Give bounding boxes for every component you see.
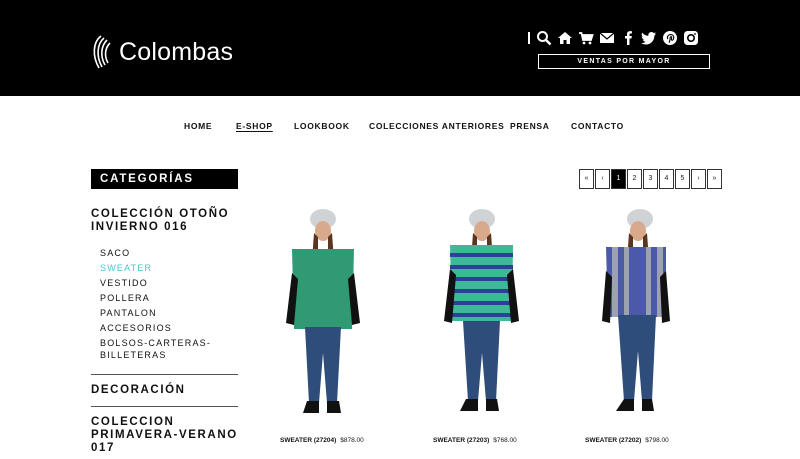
- pager-page-4[interactable]: 4: [659, 169, 674, 189]
- logo-mark: [93, 35, 111, 69]
- product-caption[interactable]: SWEATER (27204) $878.00: [280, 437, 364, 444]
- category-sidebar: CATEGORÍAS COLECCIÓN OTOÑO INVIERNO 016 …: [91, 169, 238, 455]
- section-title-otono-invierno[interactable]: COLECCIÓN OTOÑO INVIERNO 016: [91, 208, 238, 234]
- category-pollera[interactable]: POLLERA: [91, 292, 238, 304]
- category-vestido[interactable]: VESTIDO: [91, 277, 238, 289]
- section-title-line: PRIMAVERA-VERANO: [91, 429, 238, 441]
- pager-page-5[interactable]: 5: [675, 169, 690, 189]
- category-sweater[interactable]: SWEATER: [91, 262, 238, 274]
- pager-first[interactable]: «: [579, 169, 594, 189]
- nav-e-shop[interactable]: E-SHOP: [236, 121, 273, 131]
- divider: [91, 406, 238, 407]
- divider: [91, 374, 238, 375]
- pager-page-1[interactable]: 1: [611, 169, 626, 189]
- nav-contacto[interactable]: CONTACTO: [571, 121, 624, 131]
- categories-heading: CATEGORÍAS: [91, 169, 238, 189]
- nav-colecciones-anteriores[interactable]: COLECCIONES ANTERIORES: [369, 121, 505, 131]
- sweater-shape: [292, 249, 354, 329]
- brand-name: Colombas: [119, 37, 234, 66]
- product-name: SWEATER (27202): [585, 437, 642, 444]
- section-title-line: INVIERNO 016: [91, 221, 189, 233]
- product-image[interactable]: [400, 203, 550, 423]
- pinterest-icon[interactable]: [662, 30, 678, 46]
- brand-logo[interactable]: Colombas: [91, 34, 233, 70]
- pager-last[interactable]: »: [707, 169, 722, 189]
- nav-lookbook[interactable]: LOOKBOOK: [294, 121, 350, 131]
- product-name: SWEATER (27204): [280, 437, 337, 444]
- ventas-por-mayor-button[interactable]: VENTAS POR MAYOR: [538, 54, 710, 69]
- section-title-line: COLECCION: [91, 416, 175, 428]
- product-price: $798.00: [645, 437, 669, 444]
- twitter-icon[interactable]: [641, 30, 657, 46]
- pager-page-3[interactable]: 3: [643, 169, 658, 189]
- home-icon[interactable]: [557, 30, 573, 46]
- section-title-line: COLECCIÓN OTOÑO: [91, 208, 230, 220]
- pager-next[interactable]: ›: [691, 169, 706, 189]
- main-nav: HOME E-SHOP LOOKBOOK COLECCIONES ANTERIO…: [0, 121, 800, 133]
- product-caption[interactable]: SWEATER (27203) $768.00: [433, 437, 517, 444]
- category-label-line: BILLETERAS: [100, 350, 167, 360]
- nav-home[interactable]: HOME: [184, 121, 212, 131]
- product-image[interactable]: [560, 203, 710, 423]
- facebook-icon[interactable]: [620, 30, 636, 46]
- category-pantalon[interactable]: PANTALON: [91, 307, 238, 319]
- section-otono-invierno: COLECCIÓN OTOÑO INVIERNO 016 SACO SWEATE…: [91, 208, 238, 361]
- product-image[interactable]: [248, 203, 398, 423]
- pagination: « ‹ 1 2 3 4 5 › »: [578, 169, 722, 189]
- product-price: $768.00: [493, 437, 517, 444]
- mail-icon[interactable]: [599, 30, 615, 46]
- category-label-line: BOLSOS-CARTERAS-: [100, 338, 212, 348]
- nav-prensa[interactable]: PRENSA: [510, 121, 550, 131]
- section-title-line: 017: [91, 442, 115, 454]
- pager-prev[interactable]: ‹: [595, 169, 610, 189]
- search-icon[interactable]: [536, 30, 552, 46]
- product-price: $878.00: [340, 437, 364, 444]
- divider: [528, 32, 530, 44]
- category-saco[interactable]: SACO: [91, 247, 238, 259]
- product-name: SWEATER (27203): [433, 437, 490, 444]
- cart-icon[interactable]: [578, 30, 594, 46]
- product-caption[interactable]: SWEATER (27202) $798.00: [585, 437, 669, 444]
- header-icons: [528, 29, 704, 47]
- category-bolsos-carteras-billeteras[interactable]: BOLSOS-CARTERAS- BILLETERAS: [91, 337, 238, 361]
- instagram-icon[interactable]: [683, 30, 699, 46]
- site-header: Colombas VENTAS POR MAYOR: [0, 0, 800, 96]
- section-decoracion[interactable]: DECORACIÓN: [91, 384, 238, 397]
- section-primavera-verano[interactable]: COLECCION PRIMAVERA-VERANO 017: [91, 416, 238, 455]
- category-accesorios[interactable]: ACCESORIOS: [91, 322, 238, 334]
- pager-page-2[interactable]: 2: [627, 169, 642, 189]
